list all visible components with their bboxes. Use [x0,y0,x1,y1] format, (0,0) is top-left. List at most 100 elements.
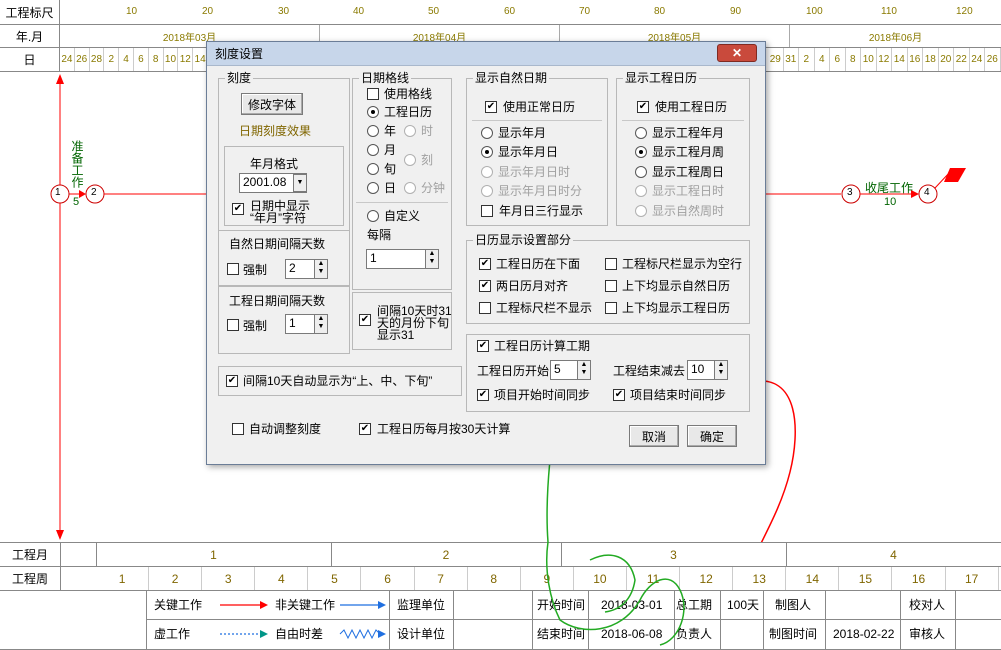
work-yw-radio[interactable] [635,166,647,178]
grid-every-label: 每隔 [367,228,392,242]
work-interval-spinner[interactable]: ▲ ▼ [314,314,328,334]
auto-10days-checkbox[interactable]: ✔ [226,375,238,387]
sync-start-checkbox[interactable]: ✔ [477,389,489,401]
three-lines-checkbox[interactable] [481,205,493,217]
use-grid-checkbox[interactable] [367,88,379,100]
end-minus-input[interactable]: 10 [687,360,715,380]
ruler-hide-checkbox[interactable] [479,302,491,314]
day-cell: 4 [815,48,830,71]
sync-end-checkbox[interactable]: ✔ [613,389,625,401]
work-week-label: 工程周 [11,572,48,586]
legend-virtual-arrow [220,630,268,638]
work-ymw-radio[interactable] [635,146,647,158]
work-below-checkbox[interactable]: ✔ [479,258,491,270]
natural-ymdh-radio[interactable] [481,166,493,178]
ok-button[interactable]: 确定 [687,425,737,447]
gridline-separator [356,202,448,203]
work-week-cell: 5 [308,567,362,590]
close-icon: ✕ [731,46,743,60]
start-input[interactable]: 5 [550,360,578,380]
grid-custom-radio[interactable] [367,210,379,222]
auto-adjust-label: 自动调整刻度 [249,422,322,436]
work-ym-label: 显示工程年月 [652,126,725,140]
use-work-calendar-checkbox[interactable]: ✔ [637,101,649,113]
work-week-cell: 7 [415,567,468,590]
work-ym-radio[interactable] [635,127,647,139]
natural-interval-input[interactable]: 2 [285,259,315,279]
work-wh-radio[interactable] [635,185,647,197]
natural-interval-spinner[interactable]: ▲ ▼ [314,259,328,279]
show-ym-checkbox[interactable]: ✔ [232,203,244,215]
ruler-blank-checkbox[interactable] [605,258,617,270]
month30-checkbox[interactable]: ✔ [359,423,371,435]
grid-every-spinner[interactable]: ▲ ▼ [425,249,439,269]
grid-year-radio[interactable] [367,125,379,137]
grid-minute-radio[interactable] [404,182,416,194]
use-normal-calendar-label: 使用正常日历 [503,100,576,114]
natural-ym-radio[interactable] [481,127,493,139]
draw-time-label: 制图时间 [769,627,818,641]
close-button[interactable]: ✕ [717,44,757,62]
modify-font-button[interactable]: 修改字体 [241,93,303,115]
auto-10days-label: 间隔10天自动显示为“上、中、下旬” [243,374,433,388]
day-cell: 2 [104,48,120,71]
grid-month-radio[interactable] [367,144,379,156]
align-months-checkbox[interactable]: ✔ [479,280,491,292]
grid-xun-radio[interactable] [367,163,379,175]
divider [389,590,390,650]
calc-period-label: 工程日历计算工期 [494,339,591,353]
grid-month-label: 月 [384,143,397,157]
work-week-cell: 17 [946,567,999,590]
calc-period-checkbox[interactable]: ✔ [477,340,489,352]
ruler-tick-label: 80 [654,6,666,17]
grid-every-input[interactable]: 1 [366,249,426,269]
work-week-cell: 8 [468,567,521,590]
use-grid-label: 使用格线 [384,87,433,101]
work-month-label: 工程月 [11,548,48,562]
day-cell: 16 [908,48,923,71]
natural-force-label: 强制 [243,263,268,277]
end-minus-spinner[interactable]: ▲ ▼ [714,360,728,380]
align-months-label: 两日历月对齐 [496,279,569,293]
work-force-checkbox[interactable] [227,319,239,331]
day-cell: 10 [861,48,877,71]
start-label: 工程日历开始 [477,364,550,378]
grid-hour-radio[interactable] [404,125,416,137]
work-interval-input[interactable]: 1 [285,314,315,334]
day-cell: 10 [164,48,179,71]
both-natural-checkbox[interactable] [605,280,617,292]
chevron-down-icon[interactable]: ▼ [293,174,307,192]
natural-separator [472,120,602,121]
work-week-cell: 15 [839,567,893,590]
cancel-button[interactable]: 取消 [629,425,679,447]
grid-work-calendar-radio[interactable] [367,106,379,118]
day-cell: 12 [178,48,194,71]
use-normal-calendar-checkbox[interactable]: ✔ [485,101,497,113]
day-cell: 29 [768,48,784,71]
day-cell: 14 [892,48,908,71]
work-week-cell: 3 [202,567,256,590]
day-cell: 8 [149,48,164,71]
auto-adjust-checkbox[interactable] [232,423,244,435]
grid-day-radio[interactable] [367,182,379,194]
both-work-checkbox[interactable] [605,302,617,314]
natural-force-checkbox[interactable] [227,263,239,275]
designer-label: 设计单位 [397,627,446,641]
show31-checkbox[interactable]: ✔ [359,314,371,326]
natural-ymd-radio[interactable] [481,146,493,158]
task-name-closing: 收尾工作 [865,181,914,195]
natural-date-group-title: 显示自然日期 [473,71,550,85]
drawer-label: 制图人 [775,598,812,612]
divider [763,590,764,650]
divider [720,590,721,650]
date-scale-effect: 日期刻度效果 [239,124,312,138]
day-row-label: 日 [0,48,60,71]
divider [331,542,332,566]
work-nw-radio[interactable] [635,205,647,217]
work-separator [622,120,744,121]
grid-quarter-radio[interactable] [404,154,416,166]
start-spinner[interactable]: ▲ ▼ [577,360,591,380]
node-label-4: 4 [924,187,930,198]
natural-ymdhm-radio[interactable] [481,185,493,197]
dialog-titlebar[interactable]: 刻度设置 [207,42,765,66]
